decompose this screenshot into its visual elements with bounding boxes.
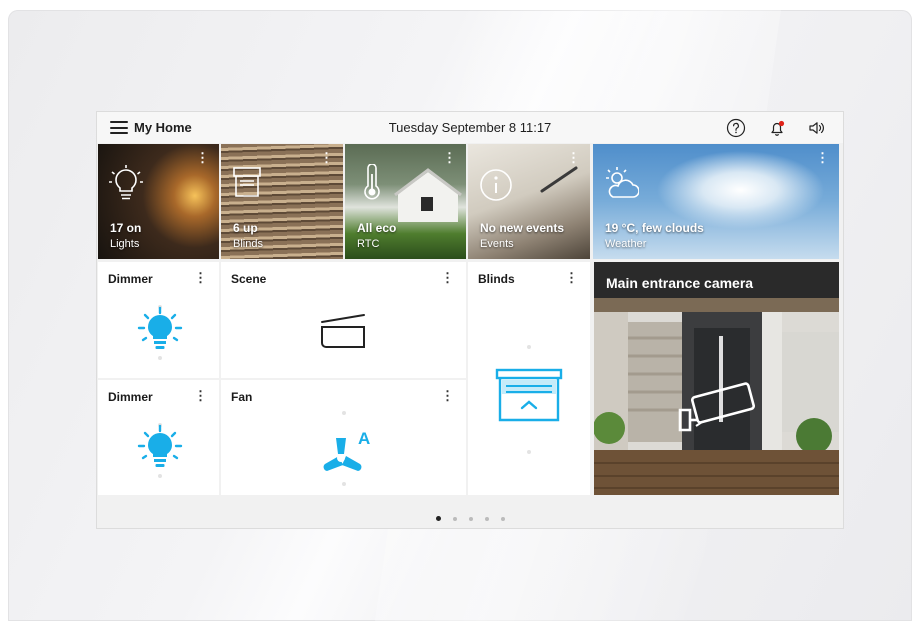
camera-card[interactable]: Main entrance camera (594, 262, 839, 495)
camera-title: Main entrance camera (606, 275, 754, 291)
page-dot-4[interactable] (484, 516, 489, 521)
rtc-tile[interactable]: ⋮ All eco RTC (345, 144, 466, 259)
page-dot-5[interactable] (500, 516, 505, 521)
dimmer-card-2[interactable]: Dimmer ⋮ (98, 380, 219, 495)
lights-value: 17 on (110, 221, 142, 235)
scene-menu-icon[interactable]: ⋮ (441, 270, 454, 286)
events-value: No new events (480, 221, 565, 235)
events-menu-icon[interactable]: ⋮ (567, 151, 580, 164)
blinds-icon (233, 167, 261, 197)
blinds-card[interactable]: Blinds ⋮ (468, 262, 590, 495)
top-bar: My Home Tuesday September 8 11:17 (97, 112, 843, 143)
scene-card-title: Scene (231, 272, 267, 286)
help-icon[interactable] (726, 118, 746, 138)
house-illustration (394, 168, 462, 222)
pencil-illustration (540, 166, 578, 193)
lightbulb-icon (109, 165, 143, 200)
lights-label: Lights (110, 238, 140, 250)
fan-auto-icon: A (323, 411, 370, 486)
rtc-label: RTC (357, 238, 380, 250)
blinds-value: 6 up (233, 221, 258, 235)
info-icon (480, 169, 512, 201)
blinds-icon (495, 345, 563, 454)
page-dot-1[interactable] (435, 516, 441, 522)
fan-menu-icon[interactable]: ⋮ (441, 388, 454, 404)
lights-menu-icon[interactable]: ⋮ (196, 151, 209, 164)
lightbulb-icon (137, 305, 183, 360)
events-label: Events (480, 238, 514, 250)
lightbulb-icon (137, 423, 183, 478)
rtc-menu-icon[interactable]: ⋮ (443, 151, 456, 164)
dimmer-menu-icon[interactable]: ⋮ (194, 388, 207, 404)
page-indicator (97, 510, 843, 522)
events-tile[interactable]: ⋮ No new events Events (468, 144, 590, 259)
scene-card[interactable]: Scene ⋮ (221, 262, 466, 378)
weather-tile[interactable]: ⋮ 19 °C, few clouds Weather (593, 144, 839, 259)
dimmer-menu-icon[interactable]: ⋮ (194, 270, 207, 286)
dimmer-card-1[interactable]: Dimmer ⋮ (98, 262, 219, 378)
weather-value: 19 °C, few clouds (605, 221, 704, 235)
speaker-volume-icon[interactable] (807, 118, 827, 138)
weather-label: Weather (605, 238, 647, 250)
partly-cloudy-icon (606, 167, 639, 198)
thermometer-icon (364, 164, 380, 200)
dimmer-card-title: Dimmer (108, 272, 153, 286)
touch-screen: My Home Tuesday September 8 11:17 ⋮ 17 o… (97, 112, 843, 528)
lights-tile[interactable]: ⋮ 17 on Lights (98, 144, 219, 259)
blinds-menu-icon[interactable]: ⋮ (565, 270, 578, 286)
camera-icon (678, 382, 756, 432)
dimmer-card-title: Dimmer (108, 390, 153, 404)
blinds-tile[interactable]: ⋮ 6 up Blinds (221, 144, 343, 259)
fan-card-title: Fan (231, 390, 253, 404)
page-dot-3[interactable] (468, 516, 473, 521)
blinds-tile-menu-icon[interactable]: ⋮ (320, 151, 333, 164)
notification-bell-icon[interactable] (767, 118, 787, 138)
fan-card[interactable]: Fan ⋮ A (221, 380, 466, 495)
scene-icon (321, 314, 365, 348)
page-dot-2[interactable] (452, 516, 457, 521)
fan-mode-letter: A (358, 429, 370, 448)
rtc-value: All eco (357, 221, 397, 235)
weather-menu-icon[interactable]: ⋮ (816, 151, 829, 164)
blinds-label: Blinds (233, 238, 263, 250)
blinds-card-title: Blinds (478, 272, 515, 286)
